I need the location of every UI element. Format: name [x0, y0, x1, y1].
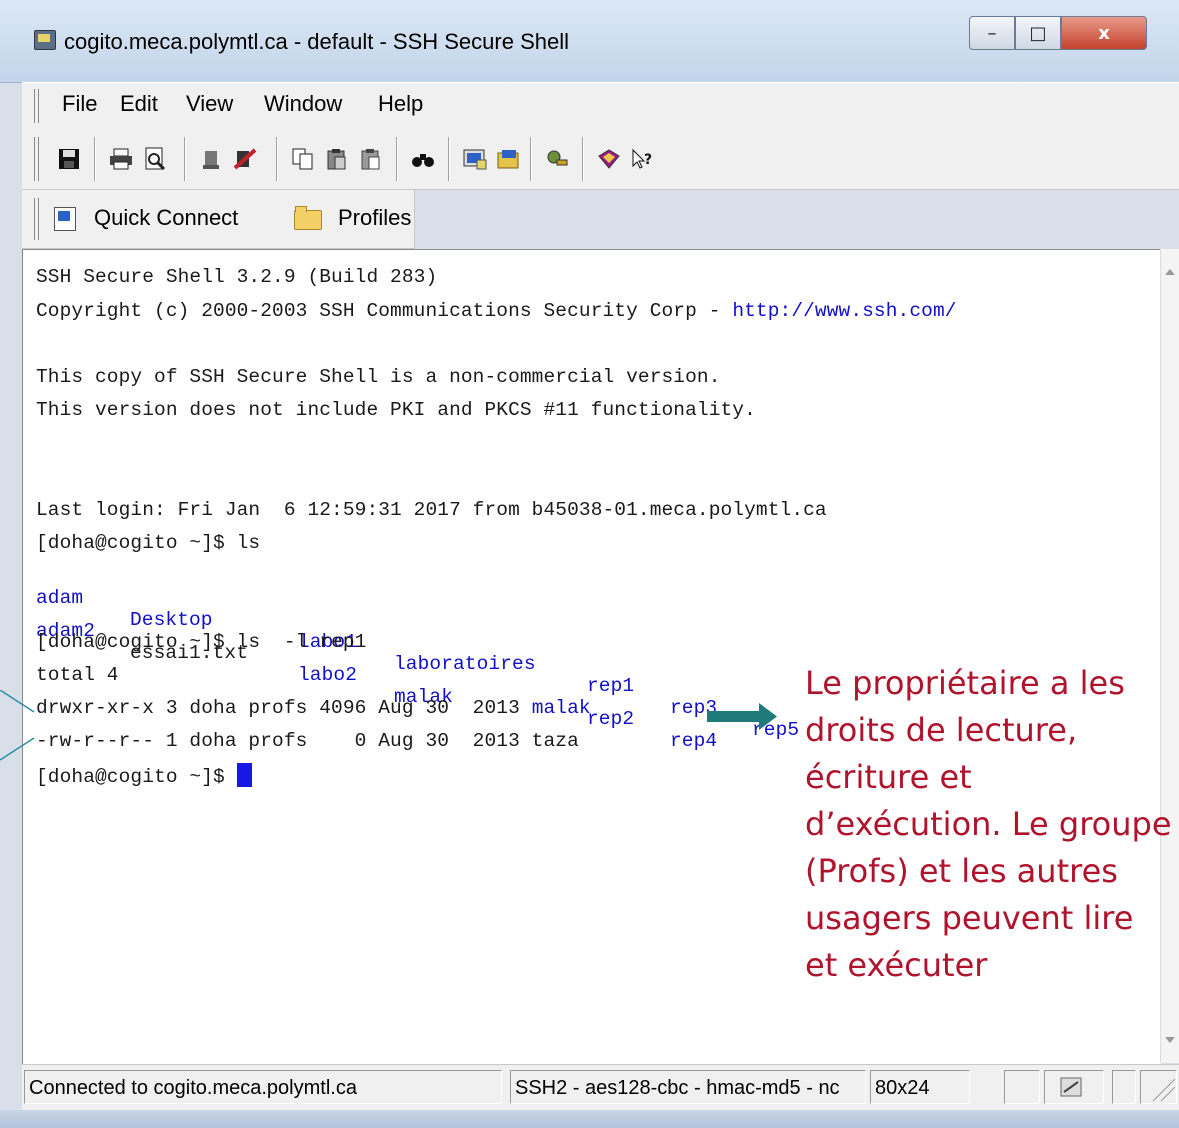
shell-prompt: [doha@cogito ~]$ [36, 766, 237, 788]
terminal-prompt-line: [doha@cogito ~]$ ls -l rep1 [36, 631, 367, 653]
permission-line: drwxr-xr-x 3 doha profs 4096 Aug 30 2013 [36, 697, 532, 719]
minimize-button[interactable]: – [969, 16, 1015, 50]
copy-icon[interactable] [291, 147, 315, 171]
ls-entry: laboratoires [394, 653, 536, 675]
terminal-line: Copyright (c) 2000-2003 SSH Communicatio… [36, 300, 957, 322]
terminal-line: SSH Secure Shell 3.2.9 (Build 283) [36, 266, 438, 288]
find-icon[interactable] [411, 147, 435, 171]
toolbar: ? [22, 129, 1179, 190]
save-icon[interactable] [57, 147, 81, 171]
menu-window[interactable]: Window [264, 91, 342, 117]
terminal-size: 80x24 [870, 1070, 970, 1104]
paste-special-icon[interactable] [359, 147, 383, 171]
menu-help[interactable]: Help [378, 91, 423, 117]
status-bar: Connected to cogito.meca.polymtl.ca SSH2… [22, 1064, 1179, 1111]
quick-connect-button[interactable]: Quick Connect [94, 205, 238, 231]
folder-icon[interactable] [294, 206, 322, 230]
transfer-icon [1060, 1077, 1082, 1097]
status-slot [1004, 1070, 1040, 1104]
menu-file[interactable]: File [62, 91, 97, 117]
copyright-text: Copyright (c) 2000-2003 SSH Communicatio… [36, 300, 733, 322]
new-terminal-icon[interactable] [463, 147, 487, 171]
resize-grip-icon [1152, 1078, 1176, 1102]
terminal-line: drwxr-xr-x 3 doha profs 4096 Aug 30 2013… [36, 697, 591, 719]
terminal-prompt-line[interactable]: [doha@cogito ~]$ [36, 763, 252, 788]
terminal-line: total 4 [36, 664, 119, 686]
annotation-arrow-icon [707, 703, 777, 730]
callout-line [0, 690, 35, 761]
new-file-transfer-icon[interactable] [497, 147, 521, 171]
terminal-line: This version does not include PKI and PK… [36, 399, 756, 421]
ls-entry: Desktop [130, 609, 213, 631]
window-bottom-edge [0, 1110, 1179, 1128]
help-book-icon[interactable] [597, 147, 621, 171]
window-title: cogito.meca.polymtl.ca - default - SSH S… [64, 29, 570, 54]
directory-name: malak [531, 697, 591, 719]
profiles-button[interactable]: Profiles [338, 205, 411, 231]
terminal-line: This copy of SSH Secure Shell is a non-c… [36, 366, 721, 388]
toolbar-grip[interactable] [34, 137, 39, 181]
svg-text:?: ? [644, 152, 652, 168]
close-button[interactable]: x [1061, 16, 1147, 50]
terminal-prompt-line: [doha@cogito ~]$ ls [36, 532, 261, 554]
url-link[interactable]: http://www.ssh.com/ [732, 300, 956, 322]
annotation-text: Le propriétaire a les droits de lecture,… [805, 664, 1172, 984]
menu-bar: File Edit View Window Help [22, 82, 1179, 130]
paste-icon[interactable] [325, 147, 349, 171]
quick-connect-icon[interactable] [54, 207, 76, 231]
ls-entry: labo2 [298, 664, 358, 686]
terminal-line: Last login: Fri Jan 6 12:59:31 2017 from… [36, 499, 827, 521]
maximize-button[interactable]: □ [1015, 16, 1061, 50]
app-icon [34, 30, 56, 50]
settings-icon[interactable] [233, 147, 257, 171]
text-cursor [236, 763, 252, 787]
print-preview-icon[interactable] [143, 147, 167, 171]
ls-entry: rep1 [587, 675, 635, 697]
cipher-status: SSH2 - aes128-cbc - hmac-md5 - nc [510, 1070, 866, 1104]
quick-connect-bar: Quick Connect Profiles [22, 190, 415, 249]
status-slot [1112, 1070, 1136, 1104]
disconnect-icon[interactable] [199, 147, 223, 171]
key-icon[interactable] [545, 147, 569, 171]
menu-edit[interactable]: Edit [120, 91, 158, 117]
scroll-down-icon[interactable] [1165, 1037, 1175, 1043]
ls-entry: rep2 [587, 708, 635, 730]
status-slot [1044, 1070, 1104, 1104]
terminal-line: -rw-r--r-- 1 doha profs 0 Aug 30 2013 ta… [36, 730, 579, 752]
connection-status: Connected to cogito.meca.polymtl.ca [24, 1070, 502, 1104]
quickbar-grip[interactable] [34, 198, 39, 240]
resize-grip[interactable] [1140, 1070, 1177, 1104]
scroll-up-icon[interactable] [1165, 269, 1175, 275]
print-icon[interactable] [109, 147, 133, 171]
context-help-icon[interactable]: ? [631, 147, 655, 171]
title-bar[interactable]: cogito.meca.polymtl.ca - default - SSH S… [0, 0, 1179, 83]
menu-grip[interactable] [34, 89, 39, 123]
menu-view[interactable]: View [186, 91, 233, 117]
ssh-window: cogito.meca.polymtl.ca - default - SSH S… [0, 0, 1179, 1128]
